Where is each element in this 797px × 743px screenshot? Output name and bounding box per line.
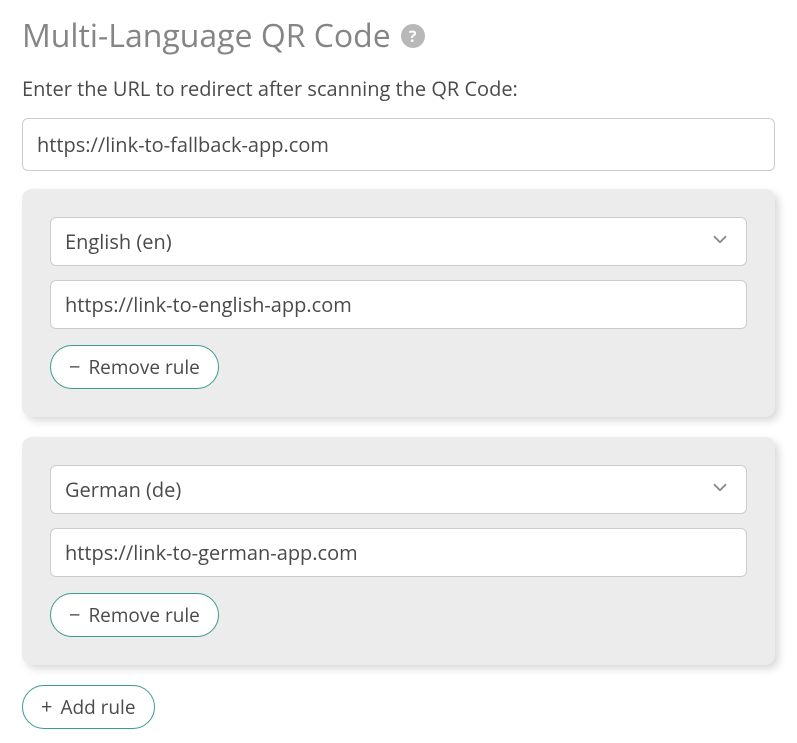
page-title-row: Multi-Language QR Code ? [22, 14, 775, 57]
rule-card: English (en) − Remove rule [22, 189, 775, 417]
rule-url-input[interactable] [50, 280, 747, 329]
remove-rule-button[interactable]: − Remove rule [50, 593, 219, 637]
remove-rule-button[interactable]: − Remove rule [50, 345, 219, 389]
remove-rule-label: Remove rule [88, 602, 199, 628]
instruction-text: Enter the URL to redirect after scanning… [22, 75, 775, 102]
rule-card: German (de) − Remove rule [22, 437, 775, 665]
rule-url-input[interactable] [50, 528, 747, 577]
plus-icon: + [41, 697, 52, 717]
add-rule-label: Add rule [60, 694, 135, 720]
remove-rule-label: Remove rule [88, 354, 199, 380]
language-select-wrap: German (de) [50, 465, 747, 514]
page-title: Multi-Language QR Code [22, 14, 391, 57]
language-select[interactable]: English (en) [50, 217, 747, 266]
minus-icon: − [69, 357, 80, 377]
add-rule-button[interactable]: + Add rule [22, 685, 155, 729]
help-icon[interactable]: ? [401, 24, 425, 48]
minus-icon: − [69, 605, 80, 625]
language-select-wrap: English (en) [50, 217, 747, 266]
language-select[interactable]: German (de) [50, 465, 747, 514]
add-rule-row: + Add rule [22, 685, 775, 729]
fallback-url-input[interactable] [22, 118, 775, 171]
